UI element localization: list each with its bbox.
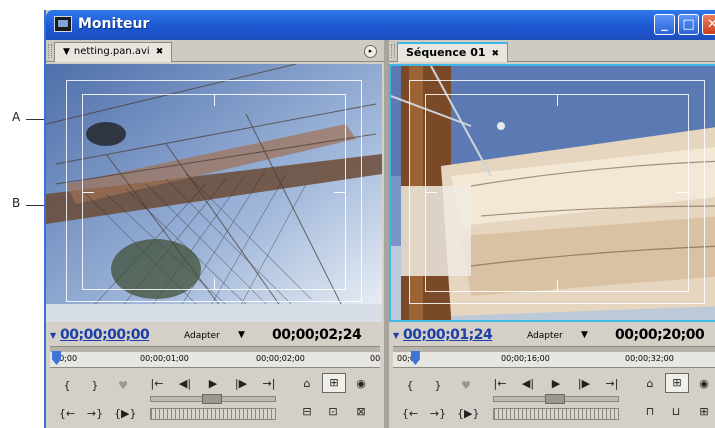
tab-source-clip[interactable]: ▼ netting.pan.avi ✖: [54, 42, 173, 62]
program-video-frame[interactable]: [389, 64, 715, 322]
mark-out-button[interactable]: }: [429, 378, 447, 394]
panel-grip-icon[interactable]: [48, 44, 52, 58]
mark-in-button[interactable]: {: [58, 378, 76, 394]
safe-center-tick-right: [677, 192, 689, 193]
source-time-ruler[interactable]: 00;00 00;00;01;00 00;00;02;00 00: [50, 346, 380, 368]
goto-in-button[interactable]: |←: [148, 376, 166, 392]
title-safe-margin: [425, 94, 689, 292]
panel-grip-icon[interactable]: [391, 44, 395, 58]
play-button[interactable]: ▶: [547, 376, 565, 392]
goto-in-button[interactable]: |←: [491, 376, 509, 392]
step-back-button[interactable]: ◀|: [519, 376, 537, 392]
program-duration-timecode: 00;00;20;00: [615, 327, 705, 343]
play-button[interactable]: ▶: [204, 376, 222, 392]
program-monitor-panel: Séquence 01✖ ▸: [389, 40, 715, 428]
source-current-timecode[interactable]: 00;00;00;00: [60, 327, 150, 343]
safe-center-tick-top: [214, 94, 215, 106]
ruler-label: 00: [370, 354, 381, 363]
safe-center-tick-bottom: [214, 278, 215, 290]
goto-out-button[interactable]: →|: [260, 376, 278, 392]
set-marker-button[interactable]: ♥: [457, 378, 475, 394]
timecode-marker-icon: ▼: [393, 331, 400, 340]
source-duration-timecode: 00;00;02;24: [272, 327, 362, 343]
program-fit-select[interactable]: Adapter: [527, 331, 563, 341]
goto-prev-edit-button[interactable]: {←: [401, 406, 419, 422]
monitor-window: Moniteur _ □ ✕ ▼ netting.pan.avi ✖ ▸ ▼ 0…: [44, 10, 715, 428]
mark-in-button[interactable]: {: [401, 378, 419, 394]
program-current-timecode[interactable]: 00;00;01;24: [403, 327, 493, 343]
step-back-button[interactable]: ◀|: [176, 376, 194, 392]
overlay-button[interactable]: ⊡: [324, 404, 342, 420]
program-ruler-track[interactable]: [393, 347, 715, 352]
maximize-button[interactable]: □: [678, 14, 699, 35]
jog-disk[interactable]: [150, 408, 276, 420]
safe-margins-button[interactable]: ⊞: [322, 373, 346, 393]
source-controls: { } ♥ |← ◀| ▶ |▶ →| ⌂ ⊞ ◉ {← →} {▶} ⊟ ⊡ …: [46, 372, 386, 428]
title-bar[interactable]: Moniteur _ □ ✕: [46, 10, 715, 40]
play-in-to-out-button[interactable]: {▶}: [457, 406, 479, 422]
goto-out-button[interactable]: →|: [603, 376, 621, 392]
chevron-down-icon[interactable]: ▼: [238, 330, 245, 340]
set-marker-button[interactable]: ♥: [114, 378, 132, 394]
chevron-down-icon[interactable]: ▼: [581, 330, 588, 340]
step-forward-button[interactable]: |▶: [232, 376, 250, 392]
tab-sequence[interactable]: Séquence 01 ✖: [397, 42, 509, 63]
callout-a: A: [12, 110, 21, 124]
minimize-button[interactable]: _: [654, 14, 675, 35]
loop-button[interactable]: ⌂: [641, 376, 659, 392]
chevron-down-icon[interactable]: ▼: [63, 43, 70, 61]
source-tab-label: netting.pan.avi: [73, 46, 150, 57]
panel-menu-icon[interactable]: ▸: [364, 45, 377, 58]
goto-prev-edit-button[interactable]: {←: [58, 406, 76, 422]
safe-margins-button[interactable]: ⊞: [665, 373, 689, 393]
program-tabstrip: Séquence 01✖ ▸: [389, 40, 715, 62]
program-controls: { } ♥ |← ◀| ▶ |▶ →| ⌂ ⊞ ◉ {← →} {▶} ⊓ ⊔ …: [389, 372, 715, 428]
safe-center-tick-top: [557, 94, 558, 106]
loop-button[interactable]: ⌂: [298, 376, 316, 392]
jog-disk[interactable]: [493, 408, 619, 420]
insert-button[interactable]: ⊟: [298, 404, 316, 420]
shuttle-slider-handle[interactable]: [202, 394, 222, 404]
safe-center-tick-left: [425, 192, 437, 193]
source-tabstrip: ▼ netting.pan.avi ✖ ▸: [46, 40, 386, 62]
source-ruler-track[interactable]: [50, 347, 380, 352]
callout-b: B: [12, 196, 21, 210]
goto-next-edit-button[interactable]: →}: [429, 406, 447, 422]
lift-button[interactable]: ⊓: [641, 404, 659, 420]
trim-button[interactable]: ⊞: [695, 404, 713, 420]
step-forward-button[interactable]: |▶: [575, 376, 593, 392]
program-time-row: ▼ 00;00;01;24 Adapter ▼ 00;00;20;00: [389, 327, 715, 346]
close-tab-icon[interactable]: ✖: [492, 45, 500, 63]
timecode-marker-icon: ▼: [50, 331, 57, 340]
monitor-app-icon: [54, 16, 72, 32]
source-video-frame[interactable]: [46, 64, 382, 322]
ruler-label: 00;00;02;00: [256, 354, 305, 363]
ruler-label: 00;00;32;00: [625, 354, 674, 363]
safe-center-tick-bottom: [557, 280, 558, 292]
mark-out-button[interactable]: }: [86, 378, 104, 394]
shuttle-slider-handle[interactable]: [545, 394, 565, 404]
output-button[interactable]: ◉: [352, 376, 370, 392]
ruler-label: 00;00;01;00: [140, 354, 189, 363]
source-monitor-panel: ▼ netting.pan.avi ✖ ▸ ▼ 00;00;00;00 Adap…: [46, 40, 386, 428]
ruler-label: 00;00;16;00: [501, 354, 550, 363]
window-title: Moniteur: [78, 16, 150, 32]
program-time-ruler[interactable]: 00;00 00;00;16;00 00;00;32;00: [393, 346, 715, 368]
safe-center-tick-right: [334, 192, 346, 193]
program-tab-label: Séquence 01: [406, 46, 486, 59]
extract-button[interactable]: ⊔: [667, 404, 685, 420]
goto-next-edit-button[interactable]: →}: [86, 406, 104, 422]
output-button[interactable]: ◉: [695, 376, 713, 392]
source-fit-select[interactable]: Adapter: [184, 331, 220, 341]
play-in-to-out-button[interactable]: {▶}: [114, 406, 136, 422]
safe-center-tick-left: [82, 192, 94, 193]
close-tab-icon[interactable]: ✖: [156, 43, 164, 61]
title-safe-margin: [82, 94, 346, 290]
close-window-button[interactable]: ✕: [702, 14, 715, 35]
source-time-row: ▼ 00;00;00;00 Adapter ▼ 00;00;02;24: [46, 327, 386, 346]
export-frame-button[interactable]: ⊠: [352, 404, 370, 420]
